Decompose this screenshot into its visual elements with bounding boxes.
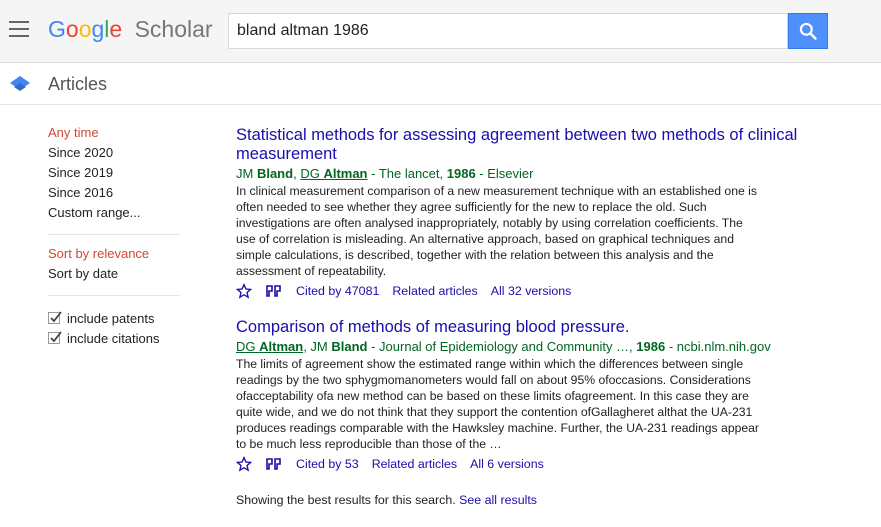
journal-text: - The lancet, — [367, 166, 447, 181]
filter-any-time[interactable]: Any time — [48, 126, 188, 146]
author-profile-link[interactable]: DG Altman — [300, 166, 367, 181]
include-patents-checkbox[interactable]: include patents — [48, 308, 188, 328]
publication-year: 1986 — [636, 339, 666, 354]
author-surname: Bland — [256, 166, 294, 181]
filter-custom-range[interactable]: Custom range... — [48, 206, 188, 226]
filter-since-2016[interactable]: Since 2016 — [48, 186, 188, 206]
divider — [48, 295, 180, 296]
include-citations-label: include citations — [67, 330, 160, 346]
filters-sidebar: Any time Since 2020 Since 2019 Since 201… — [48, 126, 188, 348]
cite-quote-icon[interactable] — [266, 284, 282, 298]
result-snippet: The limits of agreement show the estimat… — [236, 357, 759, 451]
search-button[interactable] — [788, 13, 828, 49]
results-footer: Showing the best results for this search… — [236, 493, 836, 507]
filter-since-2019[interactable]: Since 2019 — [48, 166, 188, 186]
publisher-text: - Elsevier — [475, 166, 534, 181]
sort-by-relevance[interactable]: Sort by relevance — [48, 247, 188, 267]
divider — [48, 234, 180, 235]
related-articles-link[interactable]: Related articles — [392, 284, 477, 298]
result-meta: DG Altman, JM Bland - Journal of Epidemi… — [236, 337, 836, 356]
result-item: Comparison of methods of measuring blood… — [236, 318, 836, 473]
journal-text: - Journal of Epidemiology and Community … — [367, 339, 637, 354]
checkbox-checked-icon[interactable] — [48, 311, 62, 324]
author-profile-link[interactable]: DG Altman — [236, 339, 303, 354]
search-icon — [799, 22, 817, 40]
filter-since-2020[interactable]: Since 2020 — [48, 146, 188, 166]
page-title: Articles — [48, 74, 108, 94]
result-snippet: In clinical measurement comparison of a … — [236, 184, 757, 278]
all-versions-link[interactable]: All 6 versions — [470, 457, 544, 471]
result-meta: JM Bland, DG Altman - The lancet, 1986 -… — [236, 164, 836, 183]
search-input[interactable] — [229, 14, 787, 48]
logo-google: Google — [48, 16, 123, 42]
result-actions: Cited by 47081 Related articles All 32 v… — [236, 282, 836, 300]
cite-quote-icon[interactable] — [266, 457, 282, 471]
include-patents-label: include patents — [67, 310, 155, 326]
include-citations-checkbox[interactable]: include citations — [48, 328, 188, 348]
result-item: Statistical methods for assessing agreem… — [236, 126, 836, 300]
cited-by-link[interactable]: Cited by 47081 — [296, 284, 379, 298]
top-header: Google Scholar — [0, 0, 881, 63]
author-initials: JM — [236, 166, 257, 181]
result-title-link[interactable]: Statistical methods for assessing agreem… — [236, 126, 836, 164]
save-star-icon[interactable] — [236, 283, 252, 299]
google-scholar-logo[interactable]: Google Scholar — [48, 16, 213, 43]
all-versions-link[interactable]: All 32 versions — [491, 284, 572, 298]
scholar-cap-icon — [10, 76, 30, 91]
checkbox-checked-icon[interactable] — [48, 331, 62, 344]
save-star-icon[interactable] — [236, 456, 252, 472]
see-all-results-link[interactable]: See all results — [459, 493, 537, 507]
showing-best-results-text: Showing the best results for this search… — [236, 493, 456, 507]
logo-scholar: Scholar — [134, 16, 213, 42]
related-articles-link[interactable]: Related articles — [372, 457, 457, 471]
author-surname: Bland — [331, 339, 368, 354]
author-initials: JM — [310, 339, 332, 354]
hamburger-menu-icon[interactable] — [9, 21, 29, 37]
cited-by-link[interactable]: Cited by 53 — [296, 457, 359, 471]
results-list: Statistical methods for assessing agreem… — [236, 126, 836, 507]
result-actions: Cited by 53 Related articles All 6 versi… — [236, 455, 836, 473]
publication-year: 1986 — [446, 166, 476, 181]
result-title-link[interactable]: Comparison of methods of measuring blood… — [236, 318, 836, 337]
search-box[interactable] — [228, 13, 788, 49]
publisher-text: - ncbi.nlm.nih.gov — [665, 339, 771, 354]
sort-by-date[interactable]: Sort by date — [48, 267, 188, 287]
articles-bar: Articles — [0, 63, 881, 105]
